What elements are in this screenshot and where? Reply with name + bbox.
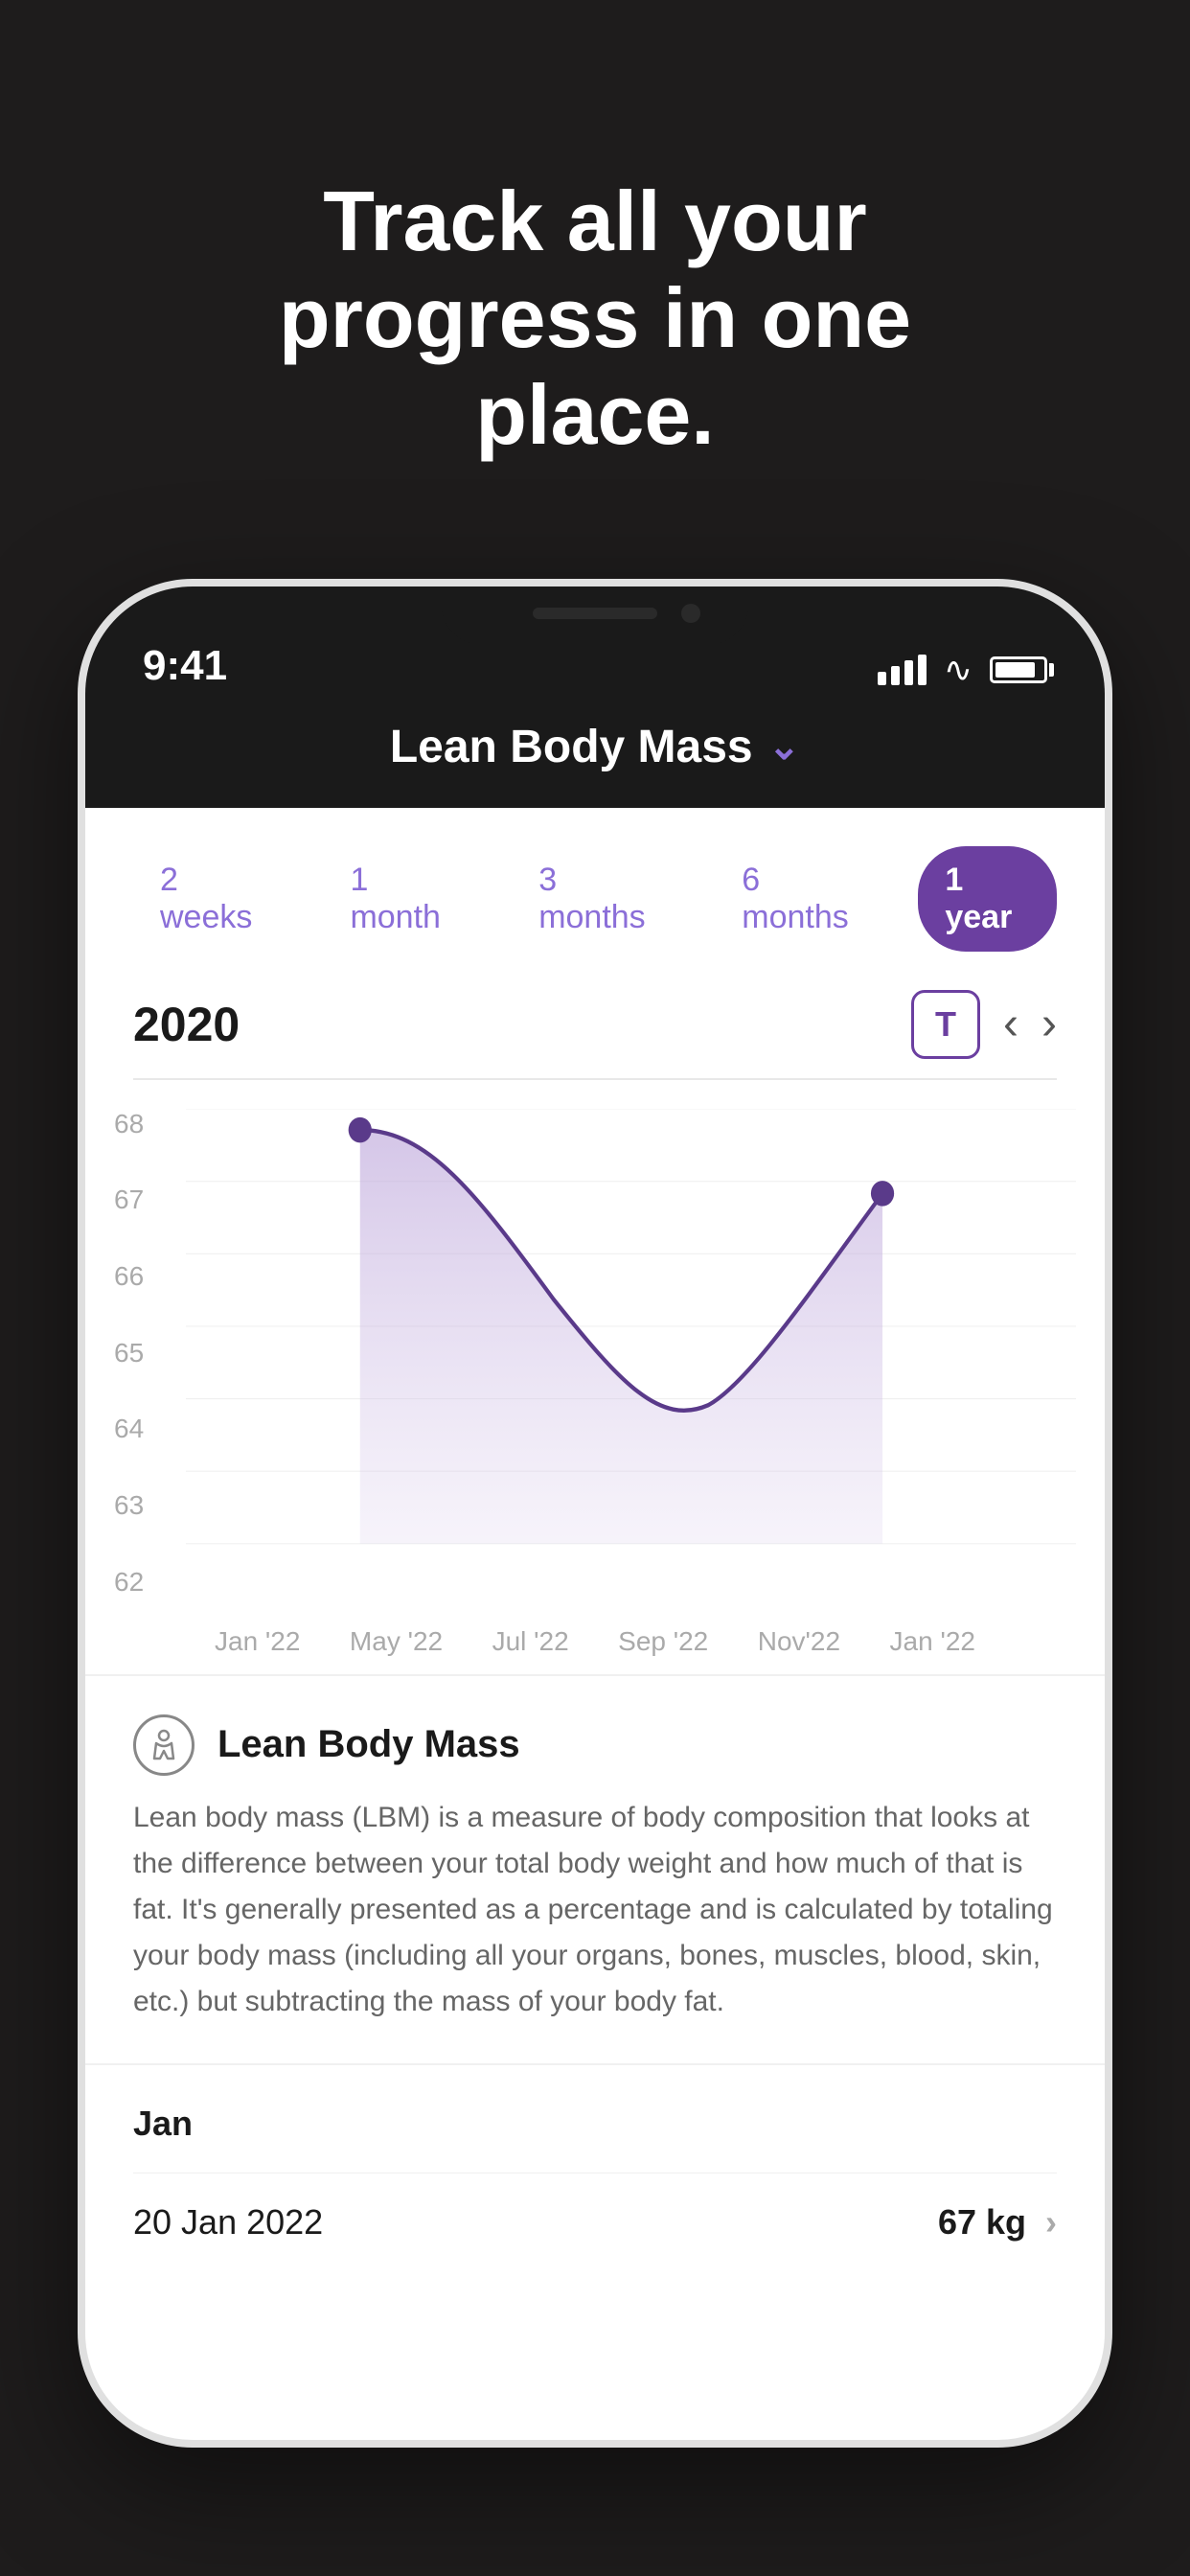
y-axis-labels: 68 67 66 65 64 63 62	[114, 1109, 144, 1598]
tab-2weeks[interactable]: 2 weeks	[133, 846, 294, 952]
x-label-may22: May '22	[350, 1626, 443, 1657]
data-entries-section: Jan 20 Jan 2022 67 kg ›	[85, 2063, 1105, 2271]
notch	[442, 586, 748, 644]
status-bar: 9:41 ∿	[85, 586, 1105, 702]
time-range-tabs: 2 weeks 1 month 3 months 6 months 1 year	[85, 808, 1105, 971]
info-header: Lean Body Mass	[133, 1714, 1057, 1776]
signal-icon	[878, 655, 927, 685]
bar1	[878, 672, 886, 685]
chart-area	[360, 1130, 882, 1544]
entry-date: 20 Jan 2022	[133, 2202, 323, 2242]
bar4	[918, 655, 927, 685]
x-axis-labels: Jan '22 May '22 Jul '22 Sep '22 Nov'22 J…	[114, 1617, 1076, 1657]
phone-content: 2 weeks 1 month 3 months 6 months 1 year…	[85, 808, 1105, 2271]
table-view-button[interactable]: T	[911, 990, 980, 1059]
data-entry-row[interactable]: 20 Jan 2022 67 kg ›	[133, 2173, 1057, 2271]
header-title-text: Lean Body Mass	[390, 721, 753, 773]
chart-container: 68 67 66 65 64 63 62	[85, 1080, 1105, 1674]
header-title-area[interactable]: Lean Body Mass ⌄	[390, 721, 800, 773]
info-title: Lean Body Mass	[217, 1723, 520, 1766]
tab-1year[interactable]: 1 year	[918, 846, 1057, 952]
tab-3months[interactable]: 3 months	[512, 846, 686, 952]
entry-value-area: 67 kg ›	[938, 2202, 1057, 2242]
y-label-68: 68	[114, 1109, 144, 1139]
month-label: Jan	[133, 2104, 1057, 2144]
dropdown-chevron-icon: ⌄	[768, 724, 801, 769]
entry-chevron-icon: ›	[1045, 2202, 1057, 2242]
speaker	[533, 608, 657, 619]
lbm-icon	[133, 1714, 195, 1776]
status-time: 9:41	[143, 642, 878, 690]
body-icon	[147, 1728, 181, 1762]
prev-button[interactable]: ‹	[1003, 998, 1018, 1050]
y-label-65: 65	[114, 1338, 144, 1368]
y-label-67: 67	[114, 1184, 144, 1215]
app-header: Lean Body Mass ⌄	[85, 702, 1105, 808]
camera	[681, 604, 700, 623]
chart-year: 2020	[133, 997, 240, 1052]
phone-mockup: 9:41 ∿ Lean Body Mass ⌄ 2 weeks	[78, 579, 1112, 2448]
x-label-jul22: Jul '22	[492, 1626, 569, 1657]
tab-6months[interactable]: 6 months	[715, 846, 889, 952]
chart-dot-start	[349, 1116, 372, 1142]
y-label-64: 64	[114, 1414, 144, 1444]
status-icons: ∿	[878, 650, 1047, 690]
x-label-nov22: Nov'22	[758, 1626, 840, 1657]
chart-svg	[186, 1109, 1076, 1617]
info-section: Lean Body Mass Lean body mass (LBM) is a…	[85, 1674, 1105, 2063]
wifi-icon: ∿	[944, 650, 973, 690]
x-label-jan22-start: Jan '22	[215, 1626, 300, 1657]
y-label-62: 62	[114, 1567, 144, 1598]
table-icon: T	[935, 1004, 956, 1045]
info-body-text: Lean body mass (LBM) is a measure of bod…	[133, 1795, 1057, 2025]
chart-controls: T ‹ ›	[911, 990, 1057, 1059]
entry-value: 67 kg	[938, 2202, 1026, 2242]
bar3	[904, 660, 913, 685]
y-label-63: 63	[114, 1490, 144, 1521]
bar2	[891, 666, 900, 685]
battery-icon	[990, 656, 1047, 683]
y-label-66: 66	[114, 1261, 144, 1292]
chart-dot-end	[871, 1181, 894, 1207]
next-button[interactable]: ›	[1041, 998, 1057, 1050]
x-label-sep22: Sep '22	[618, 1626, 708, 1657]
x-label-jan22-end: Jan '22	[890, 1626, 975, 1657]
hero-headline: Track all your progress in one place.	[164, 172, 1026, 464]
tab-1month[interactable]: 1 month	[323, 846, 483, 952]
chart-inner	[186, 1109, 1076, 1617]
chart-header: 2020 T ‹ ›	[85, 971, 1105, 1078]
battery-fill	[995, 662, 1035, 678]
